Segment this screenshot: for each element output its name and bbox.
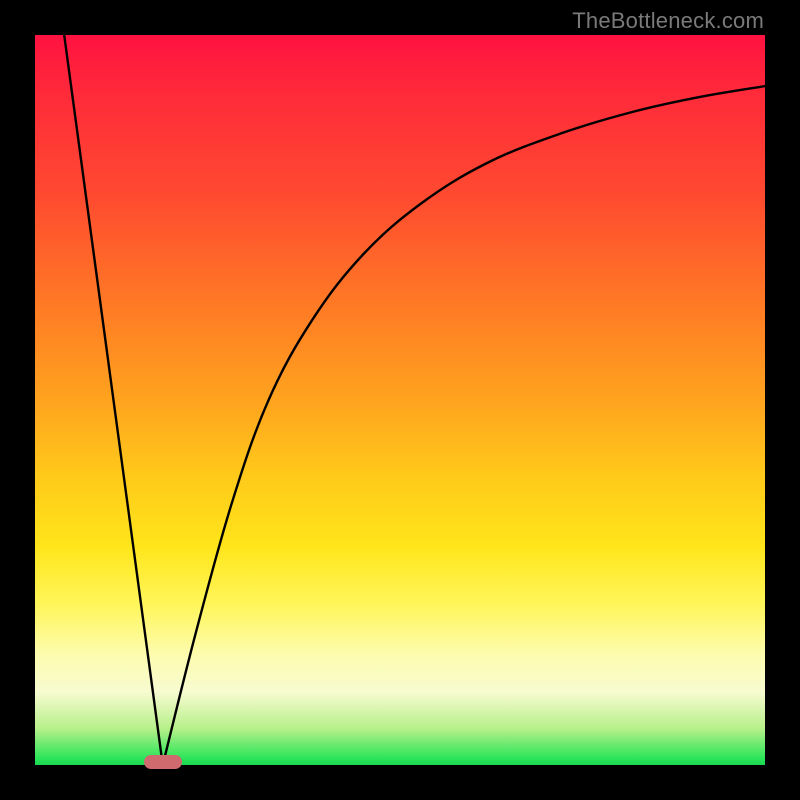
minimum-marker <box>144 755 182 769</box>
plot-area <box>35 35 765 765</box>
bottleneck-curve <box>35 35 765 765</box>
watermark-text: TheBottleneck.com <box>572 8 764 34</box>
chart-frame: TheBottleneck.com <box>0 0 800 800</box>
curve-path <box>64 35 765 776</box>
